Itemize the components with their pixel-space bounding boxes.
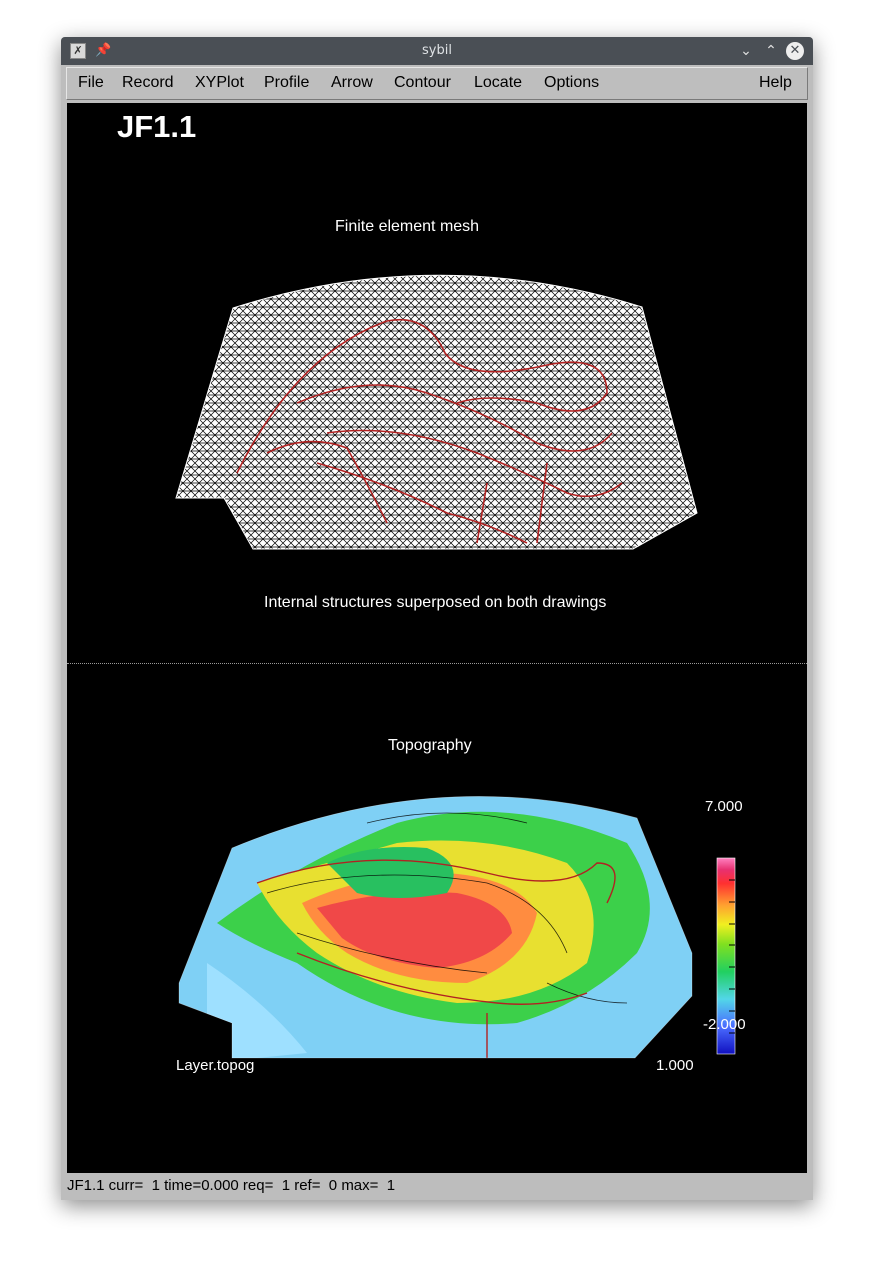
close-icon[interactable]: ✕ xyxy=(786,42,804,60)
finite-element-mesh xyxy=(175,274,698,550)
window-title: sybil xyxy=(422,43,452,58)
drawing-canvas[interactable]: JF1.1 Finite element mesh Internal struc… xyxy=(67,103,807,1173)
caption-text: Internal structures superposed on both d… xyxy=(264,594,607,611)
menu-xyplot[interactable]: XYPlot xyxy=(195,74,244,92)
menu-help[interactable]: Help xyxy=(759,74,792,92)
menu-arrow[interactable]: Arrow xyxy=(331,74,373,92)
menu-record[interactable]: Record xyxy=(122,74,174,92)
colorbar-min-label: -2.000 xyxy=(703,1016,746,1033)
minimize-icon[interactable]: ⌄ xyxy=(738,43,754,59)
colorbar-max-label: 7.000 xyxy=(705,798,743,815)
menu-profile[interactable]: Profile xyxy=(264,74,309,92)
menu-bar: File Record XYPlot Profile Arrow Contour… xyxy=(66,67,808,100)
plot-layer xyxy=(175,274,736,1059)
menu-options[interactable]: Options xyxy=(544,74,599,92)
layer-label: Layer.topog xyxy=(176,1057,255,1074)
menu-file[interactable]: File xyxy=(78,74,104,92)
title-bar[interactable]: ✗ 📌 sybil ⌄ ⌃ ✕ xyxy=(61,37,813,65)
scale-value: 1.000 xyxy=(656,1057,694,1074)
menu-contour[interactable]: Contour xyxy=(394,74,451,92)
menu-locate[interactable]: Locate xyxy=(474,74,522,92)
panel-divider xyxy=(67,663,807,664)
status-bar: JF1.1 curr= 1 time=0.000 req= 1 ref= 0 m… xyxy=(67,1175,809,1197)
topography-title: Topography xyxy=(388,737,472,754)
maximize-icon[interactable]: ⌃ xyxy=(763,43,779,59)
topography-map xyxy=(179,796,692,1058)
app-window: ✗ 📌 sybil ⌄ ⌃ ✕ File Record XYPlot Profi… xyxy=(61,37,813,1200)
